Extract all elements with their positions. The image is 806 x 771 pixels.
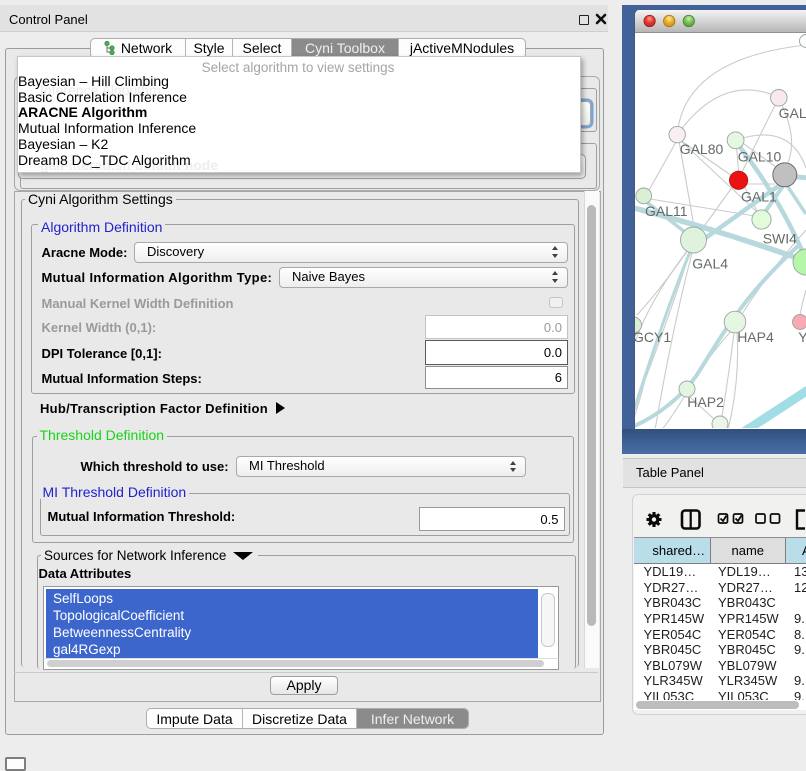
svg-text:SWI4: SWI4 [763,231,797,247]
svg-text:HAP4: HAP4 [737,329,774,345]
svg-text:GCY1: GCY1 [635,329,671,345]
svg-text:GAL80: GAL80 [680,141,724,157]
svg-text:GAL4: GAL4 [692,256,728,272]
svg-text:GAL11: GAL11 [645,203,688,219]
svg-text:GAL10: GAL10 [738,149,782,165]
svg-text:GAL1: GAL1 [741,189,777,205]
svg-text:HAP2: HAP2 [687,394,724,410]
svg-text:GAL: GAL [779,105,806,121]
svg-text:Y: Y [798,329,806,345]
